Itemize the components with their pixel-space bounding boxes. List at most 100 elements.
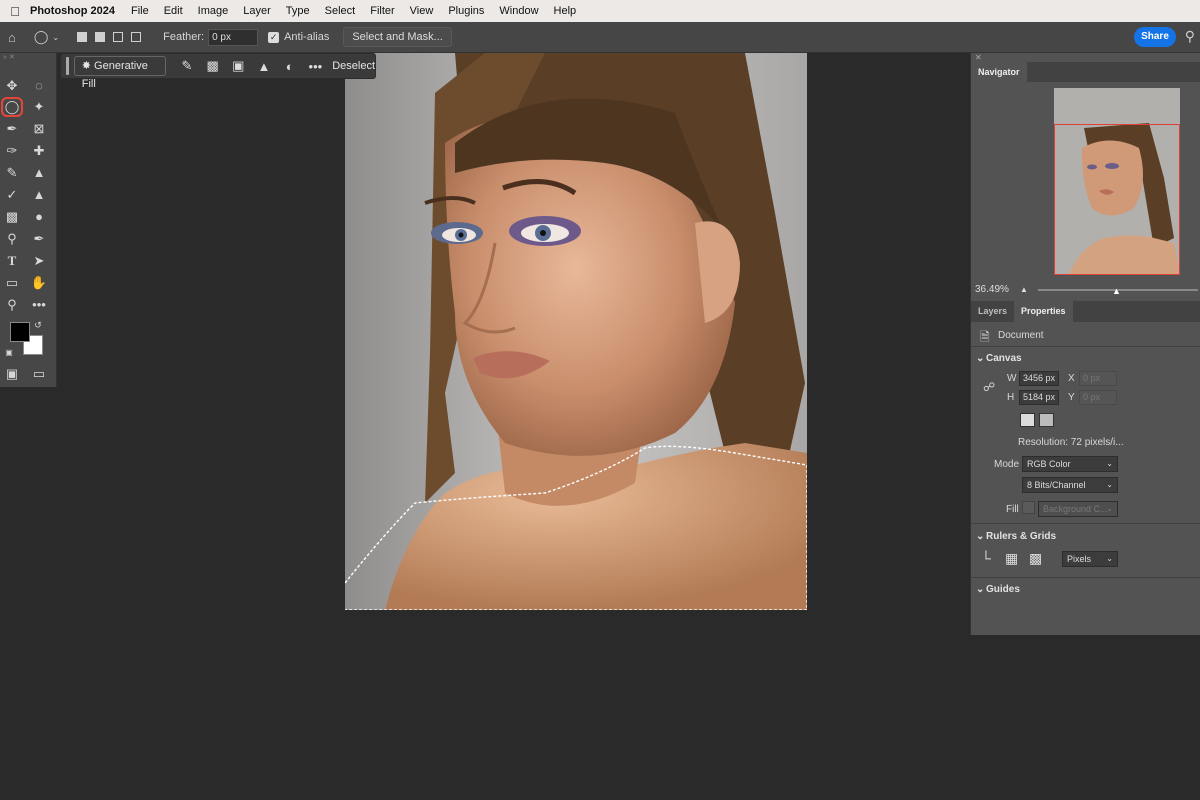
foreground-color-swatch[interactable] [10, 322, 30, 342]
panel-collapse-icon[interactable]: » ✕ [0, 53, 56, 61]
units-value: Pixels [1067, 554, 1092, 564]
brush-tool-icon[interactable]: ✎ [1, 163, 23, 183]
menu-help[interactable]: Help [554, 5, 577, 17]
app-name-menu[interactable]: Photoshop 2024 [30, 5, 115, 17]
frame-tool-icon[interactable]: ⊠ [28, 119, 50, 139]
portrait-orientation-icon[interactable] [1020, 413, 1035, 427]
canvas-section-toggle[interactable]: ⌄ [976, 353, 984, 364]
document-canvas[interactable] [345, 53, 807, 610]
default-colors-icon[interactable]: ▣ [2, 343, 16, 363]
height-label: H [1007, 392, 1015, 403]
units-dropdown[interactable]: Pixels ⌄ [1062, 551, 1118, 567]
tab-properties[interactable]: Properties [1014, 301, 1073, 322]
history-brush-tool-icon[interactable]: ✓ [1, 185, 23, 205]
lasso-tool-icon[interactable]: ◯ [1, 97, 23, 117]
menu-image[interactable]: Image [198, 5, 229, 17]
y-field[interactable]: 0 px [1079, 390, 1117, 405]
height-field[interactable]: 5184 px [1019, 390, 1059, 405]
landscape-orientation-icon[interactable] [1039, 413, 1054, 427]
generative-fill-button[interactable]: ✸ Generative Fill [73, 56, 167, 90]
share-button[interactable]: Share [1134, 27, 1176, 47]
move-tool-icon[interactable]: ✥ [1, 76, 23, 96]
intersect-selection-icon[interactable] [131, 32, 142, 42]
hand-tool-icon[interactable]: ✋ [28, 273, 50, 293]
blur-tool-icon[interactable]: ● [28, 207, 50, 227]
tab-layers[interactable]: Layers [971, 301, 1014, 322]
new-selection-icon[interactable] [77, 32, 88, 42]
rulers-section-toggle[interactable]: ⌄ [976, 531, 984, 542]
more-tools-icon[interactable]: ••• [28, 295, 50, 315]
deselect-button[interactable]: Deselect [332, 60, 375, 72]
marquee-tool-icon[interactable]: ◌ [28, 76, 50, 96]
link-icon[interactable]: ☍ [983, 380, 995, 394]
ruler-icon[interactable]: └ [981, 550, 991, 566]
pixel-grid-icon[interactable]: ▩ [1029, 550, 1042, 567]
lasso-preset-icon[interactable]: ◯ [34, 29, 49, 45]
fill-color-swatch[interactable] [1022, 501, 1035, 514]
menu-type[interactable]: Type [286, 5, 310, 17]
healing-brush-tool-icon[interactable]: ✚ [28, 141, 50, 161]
feather-input[interactable]: 0 px [208, 28, 259, 46]
zoom-level[interactable]: 36.49% [975, 284, 1009, 295]
more-options-icon[interactable]: ••• [303, 59, 329, 74]
divider [971, 346, 1200, 347]
pen-tool-icon[interactable]: ✒ [28, 229, 50, 249]
pen-path-tool-icon[interactable]: ✒ [1, 119, 23, 139]
zoom-slider-handle[interactable]: ▲ [1112, 286, 1121, 296]
eyedropper-tool-icon[interactable]: ✑ [1, 141, 23, 161]
tab-navigator[interactable]: Navigator [971, 62, 1027, 82]
fill-bucket-icon[interactable]: ▲ [251, 59, 277, 74]
menu-view[interactable]: View [410, 5, 434, 17]
menu-filter[interactable]: Filter [370, 5, 394, 17]
menu-layer[interactable]: Layer [243, 5, 271, 17]
bit-depth-dropdown[interactable]: 8 Bits/Channel ⌄ [1022, 477, 1118, 493]
fill-dropdown[interactable]: Background C... ⌄ [1038, 501, 1118, 517]
brush-select-icon[interactable]: ✎ [174, 58, 200, 74]
quick-mask-icon[interactable]: ▣ [1, 364, 23, 384]
subtract-from-selection-icon[interactable] [113, 32, 124, 42]
menu-window[interactable]: Window [499, 5, 538, 17]
adjustment-icon[interactable]: ◐ [277, 59, 303, 74]
mode-dropdown[interactable]: RGB Color ⌄ [1022, 456, 1118, 472]
properties-tab-row: Layers Properties [971, 301, 1200, 322]
tools-panel: » ✕ ✥ ◌ ◯ ✦ ✒ ⊠ ✑ ✚ ✎ ▲ ✓ ▲ ▩ ● ⚲ ✒ T ➤ … [0, 53, 57, 387]
type-tool-icon[interactable]: T [1, 251, 23, 271]
navigator-thumbnail[interactable] [1054, 88, 1180, 275]
add-to-selection-icon[interactable] [95, 32, 106, 42]
invert-selection-icon[interactable]: ▩ [200, 58, 226, 74]
contextual-task-bar: ✸ Generative Fill ✎ ▩ ▣ ▲ ◐ ••• Deselect [60, 53, 376, 90]
home-icon[interactable]: ⌂ [8, 30, 16, 45]
menu-file[interactable]: File [131, 5, 149, 17]
rectangle-tool-icon[interactable]: ▭ [1, 273, 23, 293]
drag-handle-icon[interactable] [66, 57, 69, 75]
magic-wand-tool-icon[interactable]: ✦ [28, 97, 50, 117]
gradient-tool-icon[interactable]: ▩ [1, 207, 23, 227]
path-selection-tool-icon[interactable]: ➤ [28, 251, 50, 271]
menu-plugins[interactable]: Plugins [448, 5, 484, 17]
clone-stamp-tool-icon[interactable]: ▲ [28, 163, 50, 183]
select-and-mask-button[interactable]: Select and Mask... [343, 27, 452, 47]
portrait-image [345, 53, 807, 610]
mode-label: Mode [994, 459, 1020, 470]
menu-edit[interactable]: Edit [164, 5, 183, 17]
search-icon[interactable]: ⚲ [1185, 28, 1195, 45]
chevron-down-icon[interactable]: ⌄ [52, 33, 59, 42]
close-panel-icon[interactable]: ✕ [971, 53, 1200, 62]
zoom-tool-icon[interactable]: ⚲ [1, 295, 23, 315]
apple-icon[interactable]:  [0, 4, 30, 19]
x-field[interactable]: 0 px [1079, 371, 1117, 386]
bit-depth-value: 8 Bits/Channel [1027, 480, 1086, 490]
menu-select[interactable]: Select [325, 5, 356, 17]
grid-icon[interactable]: ▦ [1005, 550, 1018, 567]
swap-colors-icon[interactable]: ↺ [32, 315, 44, 335]
width-field[interactable]: 3456 px [1019, 371, 1059, 386]
eraser-tool-icon[interactable]: ▲ [28, 185, 50, 205]
screen-mode-icon[interactable]: ▭ [28, 364, 50, 384]
guides-section-toggle[interactable]: ⌄ [976, 584, 984, 595]
resolution-text: Resolution: 72 pixels/i... [1018, 437, 1124, 448]
navigator-view-frame[interactable] [1054, 124, 1180, 275]
anti-alias-checkbox[interactable]: ✓ [268, 31, 280, 43]
dodge-tool-icon[interactable]: ⚲ [1, 229, 23, 249]
mask-icon[interactable]: ▣ [225, 58, 251, 74]
zoom-out-icon[interactable]: ▲ [1020, 285, 1028, 294]
